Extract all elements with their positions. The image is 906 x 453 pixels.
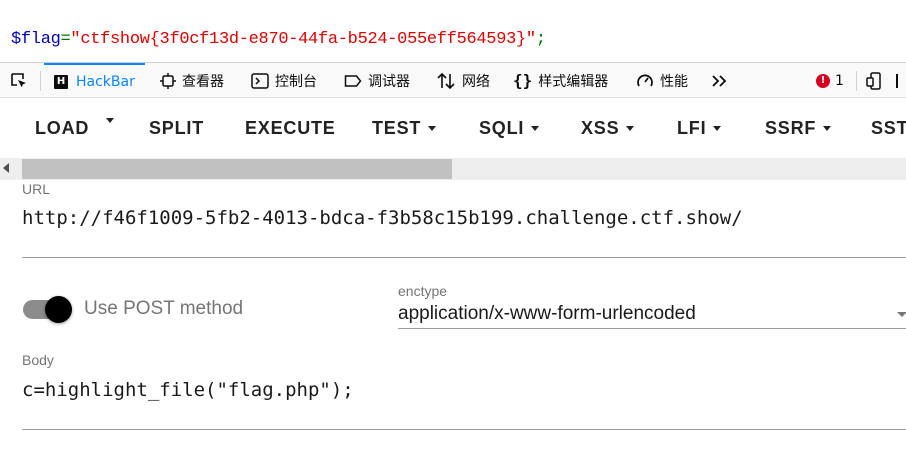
debugger-icon bbox=[344, 74, 362, 87]
url-underline bbox=[22, 257, 906, 258]
chevron-double-right-icon bbox=[712, 74, 727, 87]
tab-inspector[interactable]: 查看器 bbox=[160, 63, 224, 98]
body-underline bbox=[22, 429, 906, 430]
enctype-underline bbox=[398, 328, 906, 329]
tab-network[interactable]: 网络 bbox=[436, 63, 490, 98]
tab-inspector-label: 查看器 bbox=[182, 73, 224, 90]
network-icon bbox=[437, 72, 455, 89]
toolbar-divider bbox=[40, 71, 41, 91]
lfi-menu-label: LFI bbox=[677, 118, 707, 138]
more-tools-button[interactable] bbox=[710, 63, 736, 98]
more-options-icon bbox=[896, 73, 901, 88]
responsive-design-button[interactable] bbox=[866, 63, 892, 98]
chevron-down-icon bbox=[626, 126, 635, 131]
tab-debugger-label: 调试器 bbox=[368, 73, 410, 90]
tab-performance[interactable]: 性能 bbox=[636, 63, 688, 98]
inspector-icon bbox=[160, 72, 176, 89]
execute-button[interactable]: EXECUTE bbox=[245, 118, 336, 139]
page-output: $flag="ctfshow{3f0cf13d-e870-44fa-b524-0… bbox=[0, 0, 906, 62]
error-icon: ! bbox=[816, 73, 830, 88]
flag-semicolon: ; bbox=[535, 30, 546, 49]
enctype-label: enctype bbox=[398, 283, 448, 299]
ssrf-menu-label: SSRF bbox=[765, 118, 817, 138]
horizontal-scrollbar[interactable] bbox=[0, 158, 906, 180]
error-count: 1 bbox=[835, 72, 844, 89]
scroll-left-icon[interactable] bbox=[3, 163, 9, 173]
devtools-toolbar: H HackBar 查看器 控制台 调试器 网络 {} 样式编辑器 性能 ! 1 bbox=[0, 62, 906, 98]
enctype-select[interactable]: application/x-www-form-urlencoded bbox=[398, 303, 696, 325]
tab-network-label: 网络 bbox=[462, 73, 490, 90]
url-label: URL bbox=[22, 181, 51, 197]
toolbar-divider bbox=[856, 71, 857, 91]
console-icon bbox=[251, 72, 269, 89]
post-method-label: Use POST method bbox=[84, 298, 244, 319]
sqli-menu-label: SQLI bbox=[479, 118, 525, 138]
hackbar-icon: H bbox=[54, 74, 68, 89]
chevron-down-icon bbox=[428, 126, 437, 131]
url-input[interactable]: http://f46f1009-5fb2-4013-bdca-f3b58c15b… bbox=[22, 207, 743, 229]
style-editor-icon: {} bbox=[513, 71, 533, 90]
ssti-menu-button[interactable]: SST bbox=[871, 118, 906, 139]
tab-style-editor[interactable]: {} 样式编辑器 bbox=[513, 63, 608, 98]
tab-performance-label: 性能 bbox=[660, 73, 688, 90]
ssrf-menu-button[interactable]: SSRF bbox=[765, 118, 832, 139]
post-method-toggle-knob[interactable] bbox=[45, 296, 72, 323]
performance-icon bbox=[637, 74, 653, 86]
split-button[interactable]: SPLIT bbox=[149, 118, 204, 139]
body-input[interactable]: c=highlight_file("flag.php"); bbox=[22, 379, 354, 401]
test-menu-button[interactable]: TEST bbox=[372, 118, 437, 139]
chevron-down-icon bbox=[823, 126, 832, 131]
chevron-down-icon[interactable] bbox=[897, 312, 906, 317]
scrollbar-thumb[interactable] bbox=[22, 159, 452, 179]
load-button[interactable]: LOAD bbox=[35, 118, 89, 139]
devtools-menu-button[interactable] bbox=[896, 63, 901, 98]
element-picker-icon bbox=[11, 72, 26, 87]
tab-debugger[interactable]: 调试器 bbox=[344, 63, 410, 98]
flag-variable: $flag bbox=[11, 30, 61, 49]
tab-hackbar-label: HackBar bbox=[76, 73, 135, 90]
flag-string: "ctfshow{3f0cf13d-e870-44fa-b524-055eff5… bbox=[70, 30, 536, 49]
load-dropdown-button[interactable] bbox=[106, 118, 114, 123]
sqli-menu-button[interactable]: SQLI bbox=[479, 118, 540, 139]
error-count-badge[interactable]: ! 1 bbox=[816, 63, 844, 98]
tab-console-label: 控制台 bbox=[275, 73, 317, 90]
tab-style-editor-label: 样式编辑器 bbox=[538, 73, 609, 90]
xss-menu-button[interactable]: XSS bbox=[581, 118, 635, 139]
chevron-down-icon bbox=[713, 126, 722, 131]
hackbar-toolbar: LOAD SPLIT EXECUTE TEST SQLI XSS LFI SSR… bbox=[0, 98, 906, 158]
lfi-menu-button[interactable]: LFI bbox=[677, 118, 722, 139]
test-menu-label: TEST bbox=[372, 118, 422, 138]
tab-console[interactable]: 控制台 bbox=[251, 63, 317, 98]
tab-hackbar[interactable]: H HackBar bbox=[44, 63, 145, 98]
flag-output-line: $flag="ctfshow{3f0cf13d-e870-44fa-b524-0… bbox=[11, 30, 546, 49]
body-label: Body bbox=[22, 352, 54, 368]
xss-menu-label: XSS bbox=[581, 118, 620, 138]
chevron-down-icon bbox=[531, 126, 540, 131]
chevron-down-icon bbox=[106, 118, 114, 123]
flag-assign-operator: = bbox=[60, 30, 71, 49]
responsive-design-icon bbox=[866, 71, 881, 90]
element-picker-button[interactable] bbox=[9, 63, 35, 98]
